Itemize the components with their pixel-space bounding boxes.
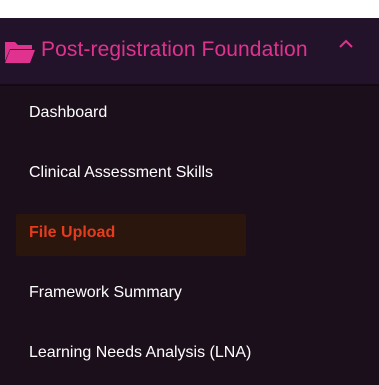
section-header[interactable]: Post-registration Foundation (0, 18, 379, 84)
section-title: Post-registration Foundation (41, 38, 308, 61)
chevron-up-icon[interactable] (337, 36, 355, 48)
menu-item-label: Learning Needs Analysis (LNA) (29, 344, 252, 361)
menu-item-learning-needs-analysis[interactable]: Learning Needs Analysis (LNA) (0, 326, 379, 385)
menu-item-dashboard[interactable]: Dashboard (0, 86, 379, 146)
menu-item-label: File Upload (29, 224, 116, 241)
folder-open-icon (4, 40, 36, 64)
menu-item-label: Dashboard (29, 104, 108, 121)
menu-item-file-upload[interactable]: File Upload (0, 206, 379, 266)
sidebar-nav: Post-registration Foundation Dashboard C… (0, 0, 379, 385)
menu-item-label: Framework Summary (29, 284, 182, 301)
top-strip (0, 0, 379, 18)
menu-item-framework-summary[interactable]: Framework Summary (0, 266, 379, 326)
menu-item-label: Clinical Assessment Skills (29, 164, 214, 181)
menu-item-clinical-assessment-skills[interactable]: Clinical Assessment Skills (0, 146, 379, 206)
